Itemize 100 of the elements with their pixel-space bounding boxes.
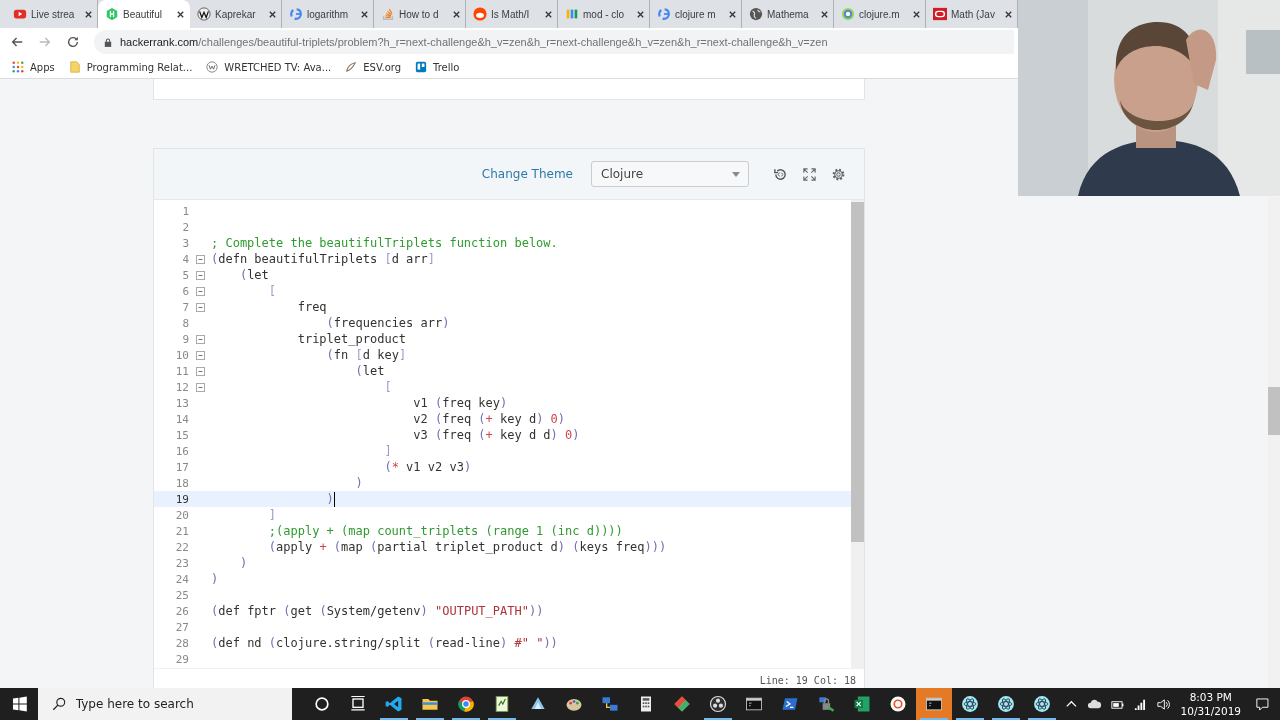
close-icon[interactable]: [360, 9, 369, 19]
fold-toggle-icon[interactable]: [195, 254, 205, 264]
tab-title: Kaprekar: [215, 8, 257, 20]
code-line: ]: [383, 444, 392, 458]
close-icon[interactable]: [84, 9, 93, 19]
bookmark-label: Apps: [30, 61, 55, 73]
forward-icon: [38, 35, 52, 49]
change-theme-link[interactable]: Change Theme: [481, 167, 573, 181]
code-line: ): [211, 572, 219, 586]
code-line: (let: [354, 364, 385, 378]
page-scrollbar[interactable]: [1268, 197, 1280, 688]
line-number: 9: [181, 332, 189, 346]
close-icon[interactable]: [176, 9, 185, 19]
reload-icon[interactable]: [66, 35, 80, 49]
bookmark[interactable]: ESV.org: [345, 61, 402, 73]
close-icon[interactable]: [728, 9, 737, 19]
tab-title: clojure m: [675, 8, 717, 20]
line-number: 19: [174, 492, 189, 506]
esv-bookmark-icon: [345, 61, 358, 73]
close-icon[interactable]: [268, 9, 277, 19]
youtube-favicon-icon: [13, 7, 27, 21]
caret-icon: [732, 171, 740, 177]
cursor-position: Line: 19 Col: 18: [759, 674, 856, 686]
bookmark[interactable]: Apps: [12, 61, 55, 73]
terminal-taskbar-icon[interactable]: [916, 688, 953, 720]
browser-tab[interactable]: Mathema: [742, 0, 834, 28]
code-line: freq: [296, 300, 327, 314]
history-icon[interactable]: [773, 166, 788, 182]
search-field[interactable]: Type here to search: [37, 688, 292, 720]
browser-tab[interactable]: logarithm: [282, 0, 374, 28]
apps-bookmark-icon: [12, 61, 24, 73]
line-number: 29: [174, 652, 189, 666]
start-icon[interactable]: [12, 696, 28, 712]
line-number: 7: [181, 300, 189, 314]
notifications-icon[interactable]: [1255, 696, 1270, 712]
close-icon[interactable]: [636, 9, 645, 19]
line-number: 22: [174, 540, 189, 554]
close-icon[interactable]: [544, 9, 553, 19]
code-line: (* v1 v2 v3): [383, 460, 472, 474]
browser-tab[interactable]: Beautiful: [98, 0, 190, 28]
volume-icon[interactable]: [1155, 696, 1171, 712]
close-icon[interactable]: [1004, 9, 1013, 19]
browser-tab[interactable]: How to d: [374, 0, 466, 28]
bookmark-label: Trello: [433, 61, 460, 73]
fold-toggle-icon[interactable]: [195, 302, 205, 312]
clojure-favicon-icon: [841, 7, 855, 21]
fullscreen-icon[interactable]: [802, 166, 817, 182]
code-line: (def fptr (get (System/getenv) "OUTPUT_PATH")): [211, 604, 544, 618]
line-number: 18: [174, 476, 189, 490]
fold-toggle-icon[interactable]: [195, 334, 205, 344]
code-line: (let: [238, 268, 269, 282]
wiki-favicon-icon: [197, 7, 211, 21]
code-line: [: [383, 380, 392, 394]
close-icon[interactable]: [452, 9, 461, 19]
language-select[interactable]: Clojure: [591, 161, 749, 187]
code-line: ): [354, 476, 363, 490]
stack-favicon-icon: [381, 7, 395, 21]
w-bookmark-icon: [206, 61, 219, 73]
tab-title: Math (Jav: [951, 8, 996, 20]
scrollbar[interactable]: [851, 200, 864, 668]
line-number: 23: [174, 556, 189, 570]
code-line: v2 (freq (+ key d) 0): [412, 412, 566, 426]
bookmark[interactable]: Trello: [415, 61, 460, 73]
line-number: 11: [174, 364, 189, 378]
clock[interactable]: 8:03 PM 10/31/2019: [1180, 690, 1242, 718]
address-bar[interactable]: hackerrank.com/challenges/beautiful-triplets/problem?h_r=next-challenge&h_v=zen&h_r=next-challenge&h_v=zen&h_r=next-challenge&h_v=zen: [94, 30, 1014, 54]
line-number: 21: [174, 524, 189, 538]
code-line: (fn [d key]: [325, 348, 407, 362]
line-number: 12: [174, 380, 189, 394]
line-number: 2: [181, 220, 189, 234]
reddit-favicon-icon: [473, 7, 487, 21]
close-icon[interactable]: [820, 9, 829, 19]
line-number: 4: [181, 252, 189, 266]
code-line: (apply + (map (partial triplet_product d) (keys freq))): [267, 540, 667, 554]
fold-toggle-icon[interactable]: [195, 366, 205, 376]
browser-tab[interactable]: clojure.m: [834, 0, 926, 28]
lock-icon: [104, 36, 112, 48]
line-number: 6: [181, 284, 189, 298]
search-icon: [51, 697, 66, 711]
fold-toggle-icon[interactable]: [195, 382, 205, 392]
code-line: triplet_product: [296, 332, 407, 346]
code-line: ]: [267, 508, 277, 522]
browser-tab[interactable]: Is Math/I: [466, 0, 558, 28]
line-number: 13: [174, 396, 189, 410]
line-number: 14: [174, 412, 189, 426]
google-favicon-icon: [657, 7, 671, 21]
settings-icon[interactable]: [831, 166, 846, 182]
fold-toggle-icon[interactable]: [195, 270, 205, 280]
fold-toggle-icon[interactable]: [195, 286, 205, 296]
close-icon[interactable]: [912, 9, 921, 19]
code-line: v1 (freq key): [412, 396, 508, 410]
url-text: hackerrank.com/challenges/beautiful-triplets/problem?h_r=next-challenge&h_v=zen&h_r=next-challenge&h_v=zen&h_r=next-challenge&h_v=zen: [120, 36, 828, 48]
code-line: (def nd (clojure.string/split (read-line) #" ")): [211, 636, 558, 650]
back-icon[interactable]: [10, 35, 24, 49]
line-number: 8: [181, 316, 189, 330]
browser-tab[interactable]: mod - clo: [558, 0, 650, 28]
browser-tab[interactable]: Kaprekar: [190, 0, 282, 28]
fold-toggle-icon[interactable]: [195, 350, 205, 360]
browser-tab[interactable]: clojure m: [650, 0, 742, 28]
line-number: 5: [181, 268, 189, 282]
